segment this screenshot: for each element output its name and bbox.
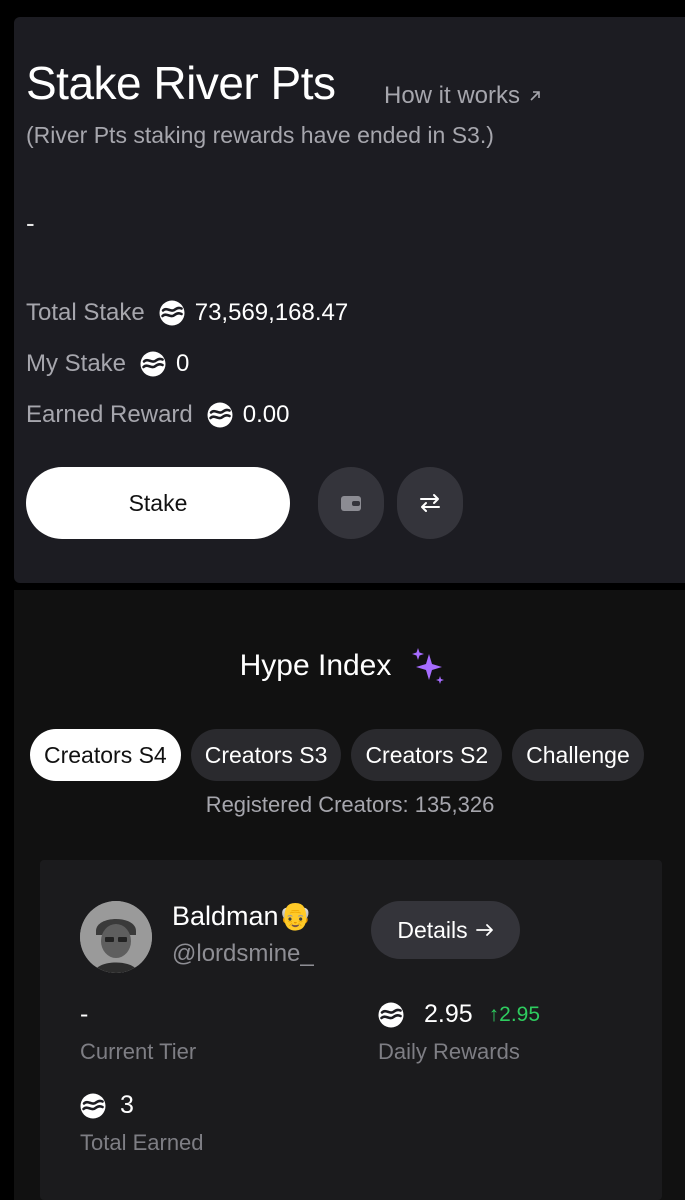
total-earned-row: 3 <box>80 1091 134 1120</box>
tab-creators-s3[interactable]: Creators S3 <box>190 729 342 781</box>
daily-rewards-row: 2.95 ↑2.95 <box>378 1000 540 1029</box>
current-tier-label: Current Tier <box>80 1039 197 1064</box>
wallet-icon <box>341 496 361 511</box>
arrow-right-icon <box>475 924 493 936</box>
total-stake-row: Total Stake 73,569,168.47 <box>26 296 348 330</box>
wallet-button[interactable] <box>318 467 384 539</box>
river-coin-icon <box>159 300 185 326</box>
details-label: Details <box>397 916 468 943</box>
creator-handle: @lordsmine_ <box>172 940 314 967</box>
river-coin-icon <box>378 1002 404 1028</box>
earned-reward-value: 0.00 <box>242 401 290 428</box>
total-earned-label: Total Earned <box>80 1130 204 1155</box>
river-coin-icon <box>140 351 166 377</box>
daily-rewards-delta: ↑2.95 <box>489 1003 540 1027</box>
page-title: Stake River Pts <box>26 57 336 109</box>
daily-rewards-value: 2.95 <box>424 1000 473 1028</box>
daily-rewards-label: Daily Rewards <box>378 1039 520 1064</box>
daily-rewards-delta-value: 2.95 <box>499 1002 541 1026</box>
details-button[interactable]: Details <box>371 901 520 959</box>
river-coin-icon <box>207 402 233 428</box>
up-arrow-icon: ↑ <box>488 1002 500 1026</box>
swap-arrows-icon <box>420 494 440 512</box>
avatar[interactable] <box>80 901 152 973</box>
creator-tabs: Creators S4 Creators S3 Creators S2 Chal… <box>30 729 644 781</box>
total-stake-label: Total Stake <box>26 299 145 326</box>
earned-reward-label: Earned Reward <box>26 401 193 428</box>
how-it-works-label: How it works <box>384 82 521 109</box>
sparkle-icon <box>412 648 445 684</box>
hype-index-header: Hype Index <box>0 646 685 686</box>
my-stake-value: 0 <box>176 350 190 377</box>
total-stake-value: 73,569,168.47 <box>194 299 349 326</box>
my-stake-label: My Stake <box>26 350 127 377</box>
how-it-works-link[interactable]: How it works <box>384 82 542 110</box>
staking-notice: (River Pts staking rewards have ended in… <box>26 122 494 148</box>
registered-creators-count: Registered Creators: 135,326 <box>205 792 495 817</box>
stake-button[interactable]: Stake <box>26 467 290 539</box>
tab-challenge[interactable]: Challenge <box>512 729 644 781</box>
creator-avatar-icon <box>80 901 152 973</box>
river-coin-icon <box>80 1093 106 1119</box>
current-tier-value: - <box>80 1000 89 1028</box>
my-stake-row: My Stake 0 <box>26 347 189 381</box>
swap-button[interactable] <box>397 467 463 539</box>
stake-summary-value: - <box>26 208 35 238</box>
creator-name: Baldman👴 <box>172 901 313 931</box>
tab-creators-s2[interactable]: Creators S2 <box>351 729 503 781</box>
total-earned-value: 3 <box>120 1091 134 1119</box>
earned-reward-row: Earned Reward 0.00 <box>26 398 289 432</box>
external-arrow-icon <box>530 91 540 101</box>
tab-creators-s4[interactable]: Creators S4 <box>30 729 181 781</box>
hype-index-title: Hype Index <box>239 649 392 682</box>
